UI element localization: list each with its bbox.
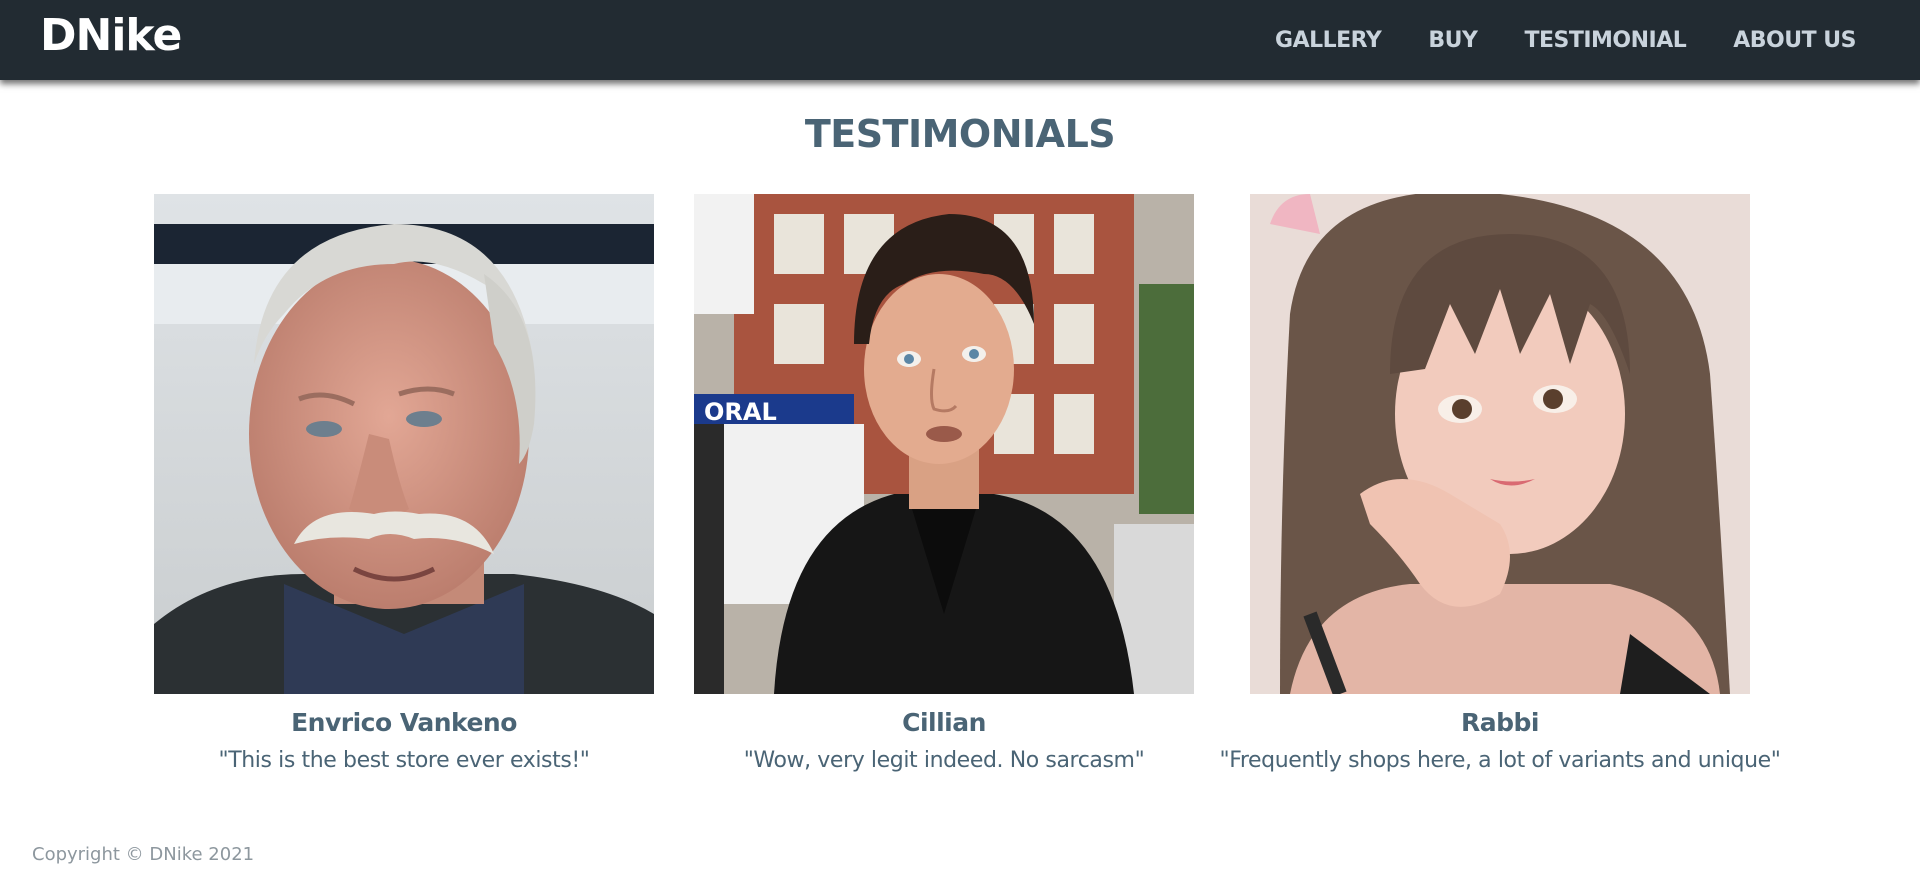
testimonial-photo: [1250, 194, 1750, 694]
testimonial-card: Envrico Vankeno "This is the best store …: [154, 194, 654, 773]
testimonial-quote: "Frequently shops here, a lot of variant…: [1219, 748, 1781, 773]
nav-link-gallery[interactable]: GALLERY: [1275, 28, 1382, 53]
nav-link-testimonial[interactable]: TESTIMONIAL: [1524, 28, 1686, 53]
footer-copyright: Copyright © DNike 2021: [32, 844, 255, 865]
testimonial-name: Envrico Vankeno: [291, 708, 517, 737]
photo-older-man-icon: [154, 194, 654, 694]
photo-woman-long-hair-icon: [1250, 194, 1750, 694]
nav-link-buy[interactable]: BUY: [1428, 28, 1478, 53]
testimonial-photo: ORAL: [694, 194, 1194, 694]
photo-man-street-icon: ORAL: [694, 194, 1194, 694]
logo[interactable]: DNike: [40, 12, 182, 60]
testimonial-card: Rabbi "Frequently shops here, a lot of v…: [1219, 194, 1781, 773]
nav-links: GALLERY BUY TESTIMONIAL ABOUT US: [1275, 0, 1856, 80]
nav-link-about-us[interactable]: ABOUT US: [1733, 28, 1856, 53]
section-title: TESTIMONIALS: [804, 112, 1116, 156]
navbar: DNike GALLERY BUY TESTIMONIAL ABOUT US: [0, 0, 1920, 80]
svg-text:ORAL: ORAL: [704, 398, 777, 426]
testimonial-name: Cillian: [902, 708, 986, 737]
testimonial-card: ORAL Cillian "Wow, very legit indeed. No…: [694, 194, 1194, 773]
testimonial-photo: [154, 194, 654, 694]
testimonial-name: Rabbi: [1461, 708, 1539, 737]
